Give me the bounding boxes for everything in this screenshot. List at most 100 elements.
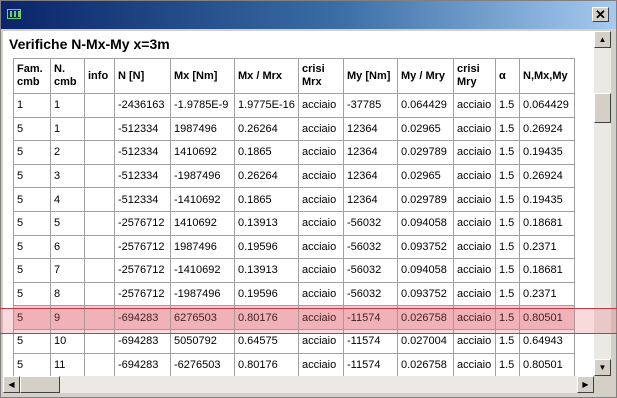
- table-cell: 1987496: [170, 116, 235, 142]
- table-row[interactable]: 5 3 -512334 -1987496 0.26264 acciaio 12364 0.02…: [13, 163, 575, 189]
- table-cell: 1: [50, 93, 85, 118]
- table-cell: 0.094058: [397, 210, 454, 236]
- table-cell: 1: [50, 116, 85, 142]
- table-cell: 8: [50, 281, 85, 307]
- table-row[interactable]: 5 6 -2576712 1987496 0.19596 acciaio -56032 0.0…: [13, 234, 575, 260]
- column-header[interactable]: My [Nm]: [343, 58, 398, 94]
- table-cell: 1.5: [495, 163, 520, 189]
- table-cell: acciaio: [298, 281, 344, 307]
- table-cell: acciaio: [453, 352, 496, 376]
- table-row[interactable]: 5 11 -694283 -6276503 0.80176 acciaio -11574 0.…: [13, 352, 575, 376]
- table-cell: 0.19596: [234, 281, 299, 307]
- table-cell: acciaio: [453, 234, 496, 260]
- table-cell: 4: [50, 187, 85, 212]
- table-cell: [84, 187, 115, 212]
- table-cell: -2576712: [114, 234, 171, 260]
- table-cell: 1.5: [495, 93, 520, 118]
- table-cell: acciaio: [298, 210, 344, 236]
- table-cell: [84, 352, 115, 376]
- title-bar[interactable]: ✕: [1, 1, 616, 29]
- table-cell: 0.80501: [519, 352, 575, 376]
- table-cell: 9: [50, 305, 85, 330]
- table-cell: [84, 140, 115, 165]
- column-header[interactable]: crisi Mry: [453, 58, 496, 94]
- table-cell: 5050792: [170, 328, 235, 354]
- table-cell: 0.2371: [519, 281, 575, 307]
- table-row[interactable]: 5 4 -512334 -1410692 0.1865 acciaio 12364 0.029…: [13, 187, 575, 212]
- table-cell: -694283: [114, 352, 171, 376]
- table-cell: -56032: [343, 281, 398, 307]
- table-cell: -56032: [343, 258, 398, 283]
- table-cell: acciaio: [453, 187, 496, 212]
- close-button[interactable]: ✕: [592, 7, 609, 22]
- horizontal-scrollbar[interactable]: ◀ ▶: [3, 376, 594, 393]
- table-cell: 0.80176: [234, 352, 299, 376]
- table-cell: -37785: [343, 93, 398, 118]
- column-header[interactable]: N. cmb: [50, 58, 85, 94]
- table-cell: 0.26264: [234, 163, 299, 189]
- table-cell: [84, 258, 115, 283]
- table-cell: 0.029789: [397, 187, 454, 212]
- arrow-left-icon: ◀: [8, 380, 15, 389]
- table-cell: 7: [50, 258, 85, 283]
- table-row[interactable]: 5 9 -694283 6276503 0.80176 acciaio -11574 0.02…: [13, 305, 575, 330]
- app-window: ✕ Verifiche N-Mx-My x=3m Fam. cmb N. cmb i…: [0, 0, 617, 398]
- table-cell: 3: [50, 163, 85, 189]
- scroll-up-button[interactable]: ▲: [594, 31, 611, 48]
- column-header[interactable]: N [N]: [114, 58, 171, 94]
- table-cell: 0.18681: [519, 258, 575, 283]
- horizontal-scroll-thumb[interactable]: [20, 376, 60, 393]
- table-row[interactable]: 5 1 -512334 1987496 0.26264 acciaio 12364 0.029…: [13, 116, 575, 142]
- table-row[interactable]: 5 7 -2576712 -1410692 0.13913 acciaio -56032 0.…: [13, 258, 575, 283]
- column-header[interactable]: Mx [Nm]: [170, 58, 235, 94]
- table-cell: 12364: [343, 163, 398, 189]
- table-cell: 5: [13, 187, 51, 212]
- table-cell: 12364: [343, 187, 398, 212]
- scroll-down-button[interactable]: ▼: [594, 359, 611, 376]
- column-header[interactable]: My / Mry: [397, 58, 454, 94]
- column-header[interactable]: crisi Mrx: [298, 58, 344, 94]
- table-cell: 1410692: [170, 210, 235, 236]
- table-row[interactable]: 5 5 -2576712 1410692 0.13913 acciaio -56032 0.0…: [13, 210, 575, 236]
- table-cell: acciaio: [298, 140, 344, 165]
- column-header[interactable]: info: [84, 58, 115, 94]
- table-cell: 1: [13, 93, 51, 118]
- table-row[interactable]: 5 2 -512334 1410692 0.1865 acciaio 12364 0.0297…: [13, 140, 575, 165]
- table-cell: 0.26924: [519, 116, 575, 142]
- table-cell: -1.9785E-9: [170, 93, 235, 118]
- table-cell: 0.026758: [397, 352, 454, 376]
- column-header[interactable]: N,Mx,My: [519, 58, 575, 94]
- column-header[interactable]: Mx / Mrx: [234, 58, 299, 94]
- table-cell: [84, 163, 115, 189]
- table-cell: 0.19596: [234, 234, 299, 260]
- arrow-up-icon: ▲: [598, 35, 607, 44]
- table-cell: 10: [50, 328, 85, 354]
- column-header[interactable]: α: [495, 58, 520, 94]
- arrow-down-icon: ▼: [598, 363, 607, 372]
- scroll-right-button[interactable]: ▶: [577, 376, 594, 393]
- table-cell: -56032: [343, 234, 398, 260]
- table-cell: 5: [13, 140, 51, 165]
- table-row[interactable]: 1 1 -2436163 -1.9785E-9 1.9775E-16 acciaio -37…: [13, 93, 575, 118]
- table-cell: 1.5: [495, 116, 520, 142]
- table-cell: acciaio: [298, 234, 344, 260]
- vertical-scrollbar[interactable]: ▲ ▼: [594, 31, 611, 376]
- page-title: Verifiche N-Mx-My x=3m: [9, 36, 170, 52]
- table-cell: acciaio: [453, 305, 496, 330]
- table-cell: 0.094058: [397, 258, 454, 283]
- table-cell: 0.64943: [519, 328, 575, 354]
- table-cell: 1.5: [495, 328, 520, 354]
- table-cell: 5: [13, 116, 51, 142]
- table-row[interactable]: 5 10 -694283 5050792 0.64575 acciaio -11574 0.0…: [13, 328, 575, 354]
- scroll-left-button[interactable]: ◀: [3, 376, 20, 393]
- table-row[interactable]: 5 8 -2576712 -1987496 0.19596 acciaio -56032 0.…: [13, 281, 575, 307]
- vertical-scroll-thumb[interactable]: [594, 93, 611, 123]
- table-cell: [84, 281, 115, 307]
- table-cell: -2436163: [114, 93, 171, 118]
- table-cell: 0.093752: [397, 281, 454, 307]
- column-header[interactable]: Fam. cmb: [13, 58, 51, 94]
- table-cell: acciaio: [298, 116, 344, 142]
- table-cell: -512334: [114, 116, 171, 142]
- table-cell: 0.027004: [397, 328, 454, 354]
- table-cell: -2576712: [114, 281, 171, 307]
